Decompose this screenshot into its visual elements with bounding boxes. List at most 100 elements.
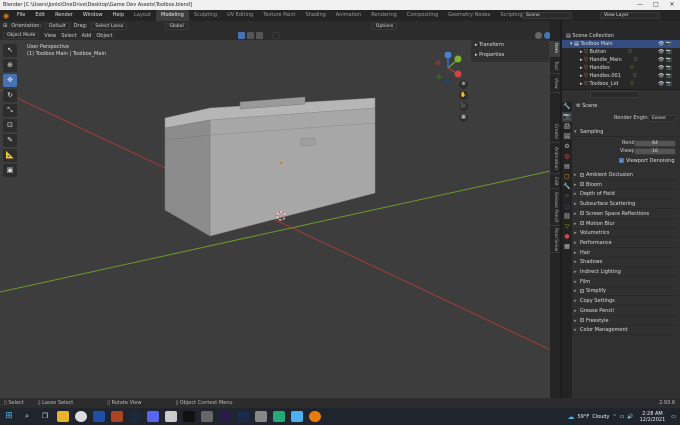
tiktok-icon[interactable] bbox=[183, 411, 195, 422]
transform-space-dropdown[interactable]: Global bbox=[165, 22, 188, 30]
render-section-10[interactable]: ▸ Indirect Lighting bbox=[574, 267, 678, 277]
add-cube-tool-icon[interactable]: ▣ bbox=[3, 164, 17, 177]
menu-file[interactable]: File bbox=[12, 10, 30, 21]
tab-real-snow[interactable]: Real Snow bbox=[550, 227, 560, 253]
volume-icon[interactable]: 🔊 bbox=[627, 414, 633, 420]
tab-geometry-nodes[interactable]: Geometry Nodes bbox=[443, 10, 495, 21]
tab-tool[interactable]: Tool bbox=[550, 58, 560, 74]
tab-rendering[interactable]: Rendering bbox=[366, 10, 402, 21]
tab-texture-paint[interactable]: Texture Paint bbox=[258, 10, 300, 21]
gizmo-toggle-icon[interactable] bbox=[255, 32, 263, 39]
view-layer-selector[interactable]: View Layer bbox=[600, 12, 660, 19]
transform-tool-icon[interactable]: ⊡ bbox=[3, 119, 17, 132]
render-section-3[interactable]: ▸ Subsurface Scattering bbox=[574, 199, 678, 210]
viewport-denoising-checkbox[interactable]: ✓ Viewport Denoising bbox=[619, 158, 675, 165]
clock[interactable]: 2:28 AM 12/2/2021 bbox=[640, 411, 666, 423]
tab-item[interactable]: Item bbox=[550, 41, 560, 57]
menu-select[interactable]: Select bbox=[61, 33, 76, 39]
windows-start-icon[interactable]: ⊞ bbox=[3, 411, 15, 422]
properties-panel[interactable]: ▸ Properties bbox=[471, 50, 549, 60]
menu-edit[interactable]: Edit bbox=[30, 10, 50, 21]
orientation-dropdown[interactable]: Default bbox=[45, 22, 70, 30]
notification-icon[interactable]: ▭ bbox=[671, 414, 676, 420]
scene-tab-icon[interactable]: ⚙ bbox=[562, 142, 572, 152]
tab-view[interactable]: View bbox=[550, 75, 560, 93]
store-icon[interactable] bbox=[93, 411, 105, 422]
tab-create[interactable]: Create bbox=[550, 121, 560, 143]
render-engine-dropdown[interactable]: Eevee bbox=[648, 115, 676, 122]
render-section-8[interactable]: ▸ Hair bbox=[574, 248, 678, 258]
toolbox-button[interactable] bbox=[300, 137, 316, 147]
physics-tab-icon[interactable]: ◌ bbox=[562, 202, 572, 212]
render-section-13[interactable]: ▸ Copy Settings bbox=[574, 296, 678, 307]
toolbox-front-face[interactable] bbox=[209, 107, 376, 237]
app-icon[interactable] bbox=[255, 411, 267, 422]
view-layer-tab-icon[interactable]: 🖼 bbox=[562, 132, 572, 142]
render-section-15[interactable]: ▸ Freestyle bbox=[574, 316, 678, 326]
tab-compositing[interactable]: Compositing bbox=[402, 10, 443, 21]
close-button[interactable]: ✕ bbox=[664, 0, 680, 10]
object-types-icon[interactable] bbox=[246, 32, 254, 39]
steam-icon[interactable] bbox=[129, 411, 141, 422]
toolbox-mesh[interactable] bbox=[164, 96, 376, 237]
section-checkbox[interactable] bbox=[580, 318, 584, 322]
menu-help[interactable]: Help bbox=[108, 10, 129, 21]
render-section-6[interactable]: ▸ Volumetrics bbox=[574, 228, 678, 239]
navigation-gizmo[interactable] bbox=[433, 51, 463, 84]
render-section-0[interactable]: ▸ Ambient Occlusion bbox=[574, 170, 678, 180]
eye-icon[interactable]: 👁 📷 bbox=[658, 64, 678, 72]
search-icon[interactable]: ⌕ bbox=[21, 411, 33, 422]
render-section-14[interactable]: ▸ Grease Pencil bbox=[574, 306, 678, 316]
move-tool-icon[interactable]: ✥ bbox=[3, 74, 17, 87]
file-explorer-icon[interactable] bbox=[57, 411, 69, 422]
section-checkbox[interactable] bbox=[580, 288, 584, 293]
section-checkbox[interactable] bbox=[580, 172, 584, 177]
epic-games-icon[interactable] bbox=[165, 411, 177, 422]
render-section-5[interactable]: ▸ Motion Blur bbox=[574, 219, 678, 229]
properties-search[interactable] bbox=[590, 91, 640, 98]
render-section-7[interactable]: ▸ Performance bbox=[574, 238, 678, 248]
ortho-grid-icon[interactable]: ▦ bbox=[459, 113, 468, 122]
tab-layout[interactable]: Layout bbox=[129, 10, 156, 21]
tab-uv-editing[interactable]: UV Editing bbox=[222, 10, 258, 21]
material-tab-icon[interactable]: ● bbox=[562, 232, 572, 242]
app-icon[interactable] bbox=[273, 411, 285, 422]
tool-tab-icon[interactable]: 🔧 bbox=[562, 102, 572, 112]
tab-edit[interactable]: Edit bbox=[550, 175, 560, 189]
menu-add[interactable]: Add bbox=[82, 33, 92, 39]
render-tab-icon[interactable]: 📷 bbox=[562, 112, 572, 122]
network-icon[interactable]: ▭ bbox=[620, 414, 625, 420]
world-tab-icon[interactable]: ◍ bbox=[562, 152, 572, 162]
app-icon[interactable] bbox=[201, 411, 213, 422]
render-section-2[interactable]: ▸ Depth of Field bbox=[574, 189, 678, 200]
render-samples-field[interactable]: 64 bbox=[634, 140, 676, 147]
cursor-tool-icon[interactable]: ⊕ bbox=[3, 59, 17, 72]
render-section-11[interactable]: ▸ Film bbox=[574, 277, 678, 287]
tab-grease-pencil[interactable]: Grease Pencil bbox=[550, 190, 560, 226]
photoshop-icon[interactable] bbox=[237, 411, 249, 422]
drag-dropdown[interactable]: Select Lasso bbox=[91, 22, 128, 30]
render-section-16[interactable]: ▸ Color Management bbox=[574, 325, 678, 336]
menu-view[interactable]: View bbox=[44, 33, 56, 39]
eye-icon[interactable]: 👁 📷 bbox=[658, 72, 678, 80]
tray-chevron-icon[interactable]: ⌃ bbox=[612, 414, 616, 420]
texture-tab-icon[interactable]: ▦ bbox=[562, 242, 572, 252]
chrome-icon[interactable] bbox=[75, 411, 87, 422]
weather-icon[interactable]: ☁ bbox=[567, 413, 574, 421]
sampling-section[interactable]: ▾ Sampling bbox=[574, 127, 678, 137]
tab-modeling[interactable]: Modeling bbox=[156, 10, 189, 21]
blender-logo-icon[interactable]: ◉ bbox=[0, 12, 12, 20]
app-icon[interactable] bbox=[111, 411, 123, 422]
collection-tab-icon[interactable]: ▤ bbox=[562, 162, 572, 172]
wireframe-shading-icon[interactable] bbox=[534, 32, 542, 39]
camera-view-icon[interactable]: 🎥 bbox=[459, 102, 468, 111]
select-mode-icon[interactable] bbox=[237, 32, 245, 39]
eye-icon[interactable]: 👁 📷 bbox=[658, 80, 678, 88]
section-checkbox[interactable] bbox=[580, 221, 584, 225]
app-icon[interactable] bbox=[291, 411, 303, 422]
mode-dropdown[interactable]: Object Mode bbox=[3, 32, 40, 39]
tab-sculpting[interactable]: Sculpting bbox=[189, 10, 222, 21]
measure-tool-icon[interactable]: 📐 bbox=[3, 149, 17, 162]
premiere-icon[interactable] bbox=[219, 411, 231, 422]
render-section-1[interactable]: ▸ Bloom bbox=[574, 180, 678, 190]
